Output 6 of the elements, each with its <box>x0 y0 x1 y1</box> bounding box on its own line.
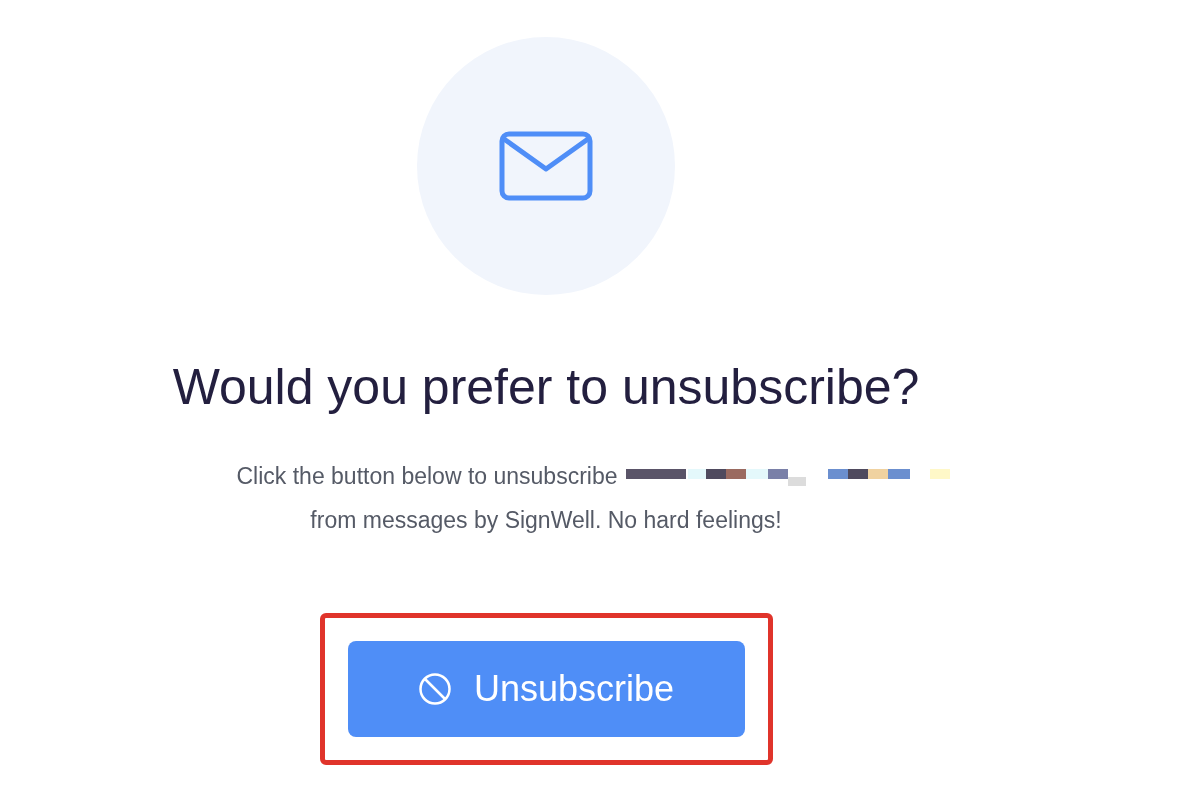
message-text: Click the button below to unsubscribe <box>236 462 618 491</box>
message-text: from messages by SignWell. No hard feelings! <box>310 506 782 535</box>
envelope-icon <box>499 131 593 201</box>
unsubscribe-button[interactable]: Unsubscribe <box>347 641 745 737</box>
prohibited-icon <box>417 672 452 706</box>
heading: Would you prefer to unsubscribe? <box>172 358 920 417</box>
